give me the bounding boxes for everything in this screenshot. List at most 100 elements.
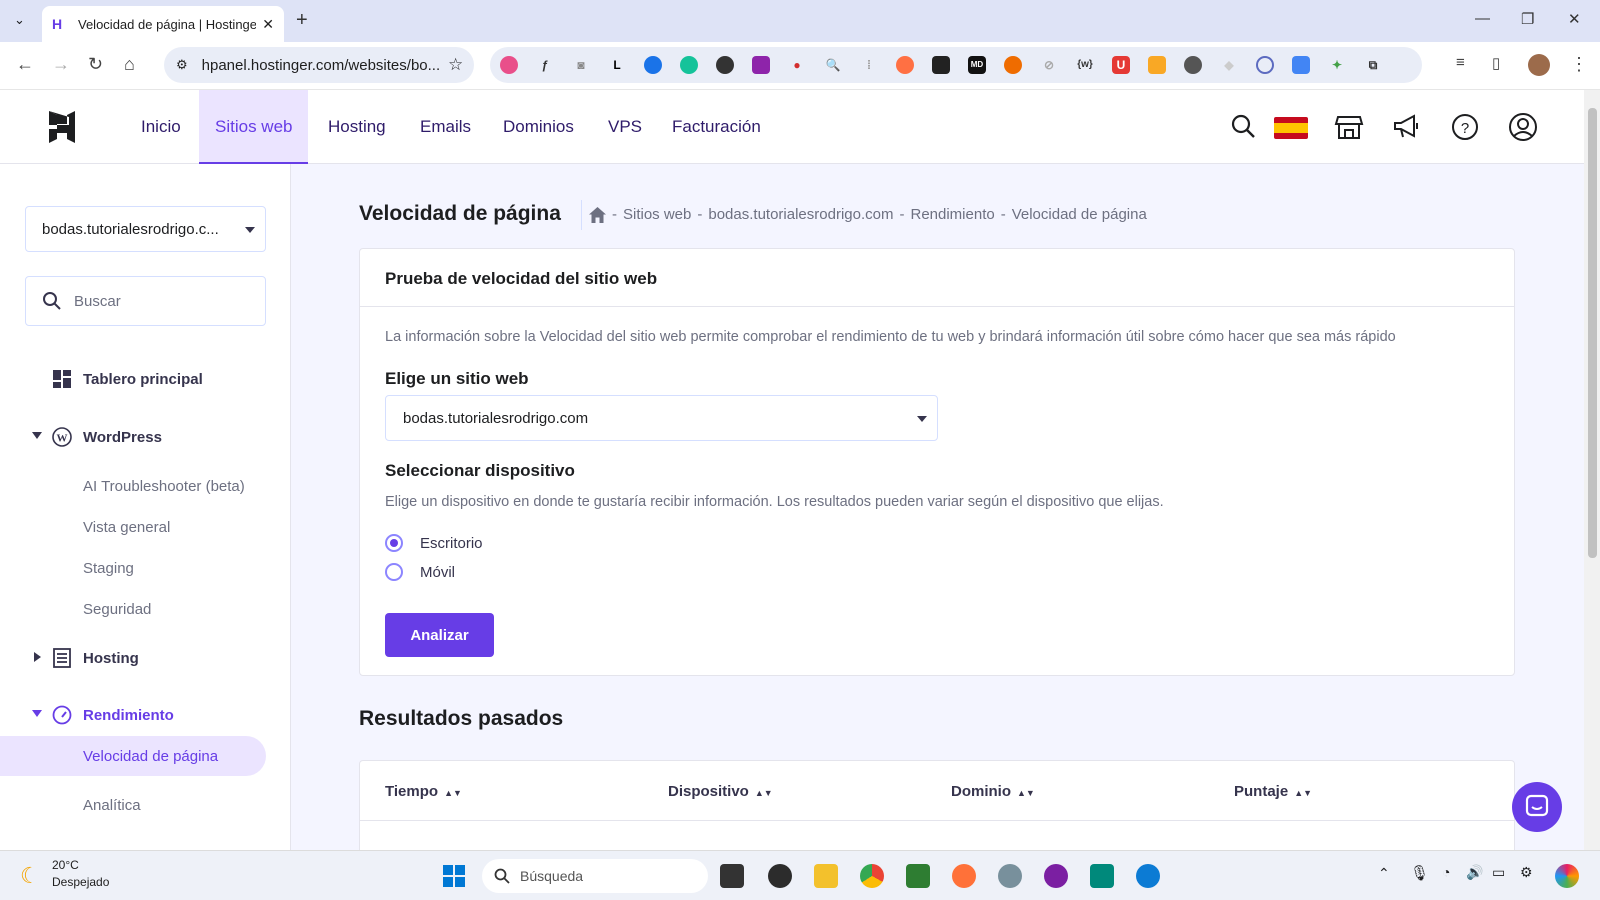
site-info-icon[interactable]: ⚙ (176, 57, 188, 73)
extension-icon[interactable] (896, 56, 914, 74)
column-header-dominio[interactable]: Dominio ▲▼ (951, 783, 1035, 800)
file-explorer-icon[interactable] (814, 864, 838, 888)
firefox-icon[interactable] (952, 864, 976, 888)
bookmark-star-icon[interactable]: ☆ (448, 55, 463, 75)
radio-button-checked[interactable] (385, 534, 403, 552)
column-header-dispositivo[interactable]: Dispositivo ▲▼ (668, 783, 773, 800)
radio-escritorio[interactable]: Escritorio (385, 534, 483, 552)
taskbar-search[interactable]: Búsqueda (482, 859, 708, 893)
analyze-button[interactable]: Analizar (385, 613, 494, 657)
wifi-icon[interactable]: ◔ (1442, 864, 1450, 880)
hostinger-logo-icon[interactable] (47, 111, 77, 143)
help-icon[interactable]: ? (1450, 112, 1480, 142)
tab-search-icon[interactable]: ⌄ (14, 12, 25, 28)
settings-icon[interactable] (998, 864, 1022, 888)
extension-icon[interactable]: ⁞ (860, 56, 878, 74)
breadcrumb-domain[interactable]: bodas.tutorialesrodrigo.com (708, 206, 893, 223)
chat-support-button[interactable] (1512, 782, 1562, 832)
extension-icon[interactable] (752, 56, 770, 74)
side-panel-icon[interactable]: ▯ (1492, 54, 1500, 72)
extension-icon[interactable]: ◆ (1220, 56, 1238, 74)
profile-avatar[interactable] (1528, 54, 1550, 76)
column-header-tiempo[interactable]: Tiempo ▲▼ (385, 783, 462, 800)
sidebar-item-seguridad[interactable]: Seguridad (0, 589, 290, 629)
sidebar-item-ai-troubleshooter[interactable]: AI Troubleshooter (beta) (0, 466, 290, 506)
extension-icon[interactable] (1004, 56, 1022, 74)
sidebar-item-staging[interactable]: Staging (0, 548, 290, 588)
extension-icon[interactable]: ƒ (536, 56, 554, 74)
megaphone-icon[interactable] (1392, 112, 1422, 142)
windows-start-icon[interactable] (442, 864, 466, 888)
breadcrumb-rendimiento[interactable]: Rendimiento (910, 206, 994, 223)
website-dropdown[interactable]: bodas.tutorialesrodrigo.com (385, 395, 938, 441)
radio-movil[interactable]: Móvil (385, 563, 455, 581)
extension-icon[interactable] (500, 56, 518, 74)
page-scrollbar[interactable] (1584, 90, 1600, 850)
copilot-icon[interactable] (1555, 864, 1579, 888)
store-icon[interactable] (1334, 112, 1364, 142)
extension-icon[interactable]: ● (788, 56, 806, 74)
extension-icon[interactable]: {w} (1076, 56, 1094, 74)
microphone-icon[interactable]: 🎙 (1410, 864, 1429, 882)
radio-button[interactable] (385, 563, 403, 581)
grammarly-icon[interactable] (680, 56, 698, 74)
reload-icon[interactable]: ↻ (88, 54, 103, 75)
translate-extension-icon[interactable] (1292, 56, 1310, 74)
scrollbar-thumb[interactable] (1588, 108, 1597, 558)
forward-icon[interactable]: → (52, 54, 70, 75)
spain-flag-icon[interactable] (1274, 117, 1308, 139)
extensions-puzzle-icon[interactable]: ⧉ (1364, 56, 1382, 74)
sidebar-item-hosting[interactable]: Hosting (0, 638, 290, 678)
weather-widget[interactable]: 20°C Despejado (22, 857, 109, 891)
battery-icon[interactable]: ▭ (1492, 864, 1505, 881)
extension-icon[interactable]: U (1112, 56, 1130, 74)
browser-tab[interactable]: H Velocidad de página | Hostinger ✕ (42, 6, 284, 42)
address-bar[interactable]: ⚙ hpanel.hostinger.com/websites/bo... (164, 47, 474, 83)
nav-dominios[interactable]: Dominios (487, 90, 590, 164)
chrome-icon[interactable] (860, 864, 884, 888)
extension-icon[interactable]: ✦ (1328, 56, 1346, 74)
app-icon[interactable] (906, 864, 930, 888)
new-tab-icon[interactable]: + (296, 9, 308, 32)
site-selector[interactable]: bodas.tutorialesrodrigo.c... (25, 206, 266, 252)
edge-icon[interactable] (1136, 864, 1160, 888)
sidebar-item-vista-general[interactable]: Vista general (0, 507, 290, 547)
task-view-icon[interactable] (720, 864, 744, 888)
notification-icon[interactable]: ⚙ (1520, 864, 1533, 881)
nav-sitios-web[interactable]: Sitios web (199, 90, 309, 164)
extension-icon[interactable] (1184, 56, 1202, 74)
sidebar-item-analitica[interactable]: Analítica (0, 785, 290, 825)
column-header-puntaje[interactable]: Puntaje ▲▼ (1234, 783, 1312, 800)
sidebar-item-dashboard[interactable]: Tablero principal (0, 359, 290, 399)
close-tab-icon[interactable]: ✕ (262, 16, 274, 33)
nav-inicio[interactable]: Inicio (125, 90, 197, 164)
nav-hosting[interactable]: Hosting (312, 90, 402, 164)
volume-icon[interactable]: 🔊 (1466, 864, 1483, 881)
camera-extension-icon[interactable]: ◙ (572, 56, 590, 74)
nav-emails[interactable]: Emails (404, 90, 487, 164)
breadcrumb-sitios-web[interactable]: Sitios web (623, 206, 691, 223)
sidebar-item-velocidad-de-pagina[interactable]: Velocidad de página (0, 736, 266, 776)
extension-icon[interactable] (1148, 56, 1166, 74)
extension-icon[interactable]: ⊘ (1040, 56, 1058, 74)
browser-menu-icon[interactable]: ⋮ (1570, 54, 1588, 75)
extension-icon[interactable] (716, 56, 734, 74)
sidebar-search-input[interactable]: Buscar (25, 276, 266, 326)
restore-icon[interactable]: ❐ (1521, 10, 1534, 28)
extension-icon[interactable]: MD (968, 56, 986, 74)
account-icon[interactable] (1508, 112, 1538, 142)
home-icon[interactable]: ⌂ (124, 54, 135, 75)
close-window-icon[interactable]: ✕ (1568, 10, 1581, 28)
search-icon[interactable] (1228, 112, 1258, 142)
sidebar-item-rendimiento[interactable]: Rendimiento (0, 695, 290, 735)
nav-vps[interactable]: VPS (592, 90, 658, 164)
extension-icon[interactable] (932, 56, 950, 74)
media-control-icon[interactable]: ≡ (1456, 54, 1465, 71)
extension-icon[interactable] (644, 56, 662, 74)
nav-facturacion[interactable]: Facturación (656, 90, 777, 164)
chevron-up-icon[interactable]: ⌃ (1378, 865, 1390, 882)
app-icon[interactable] (768, 864, 792, 888)
app-icon[interactable] (1090, 864, 1114, 888)
extension-icon[interactable]: L (608, 56, 626, 74)
headphones-app-icon[interactable] (1044, 864, 1068, 888)
